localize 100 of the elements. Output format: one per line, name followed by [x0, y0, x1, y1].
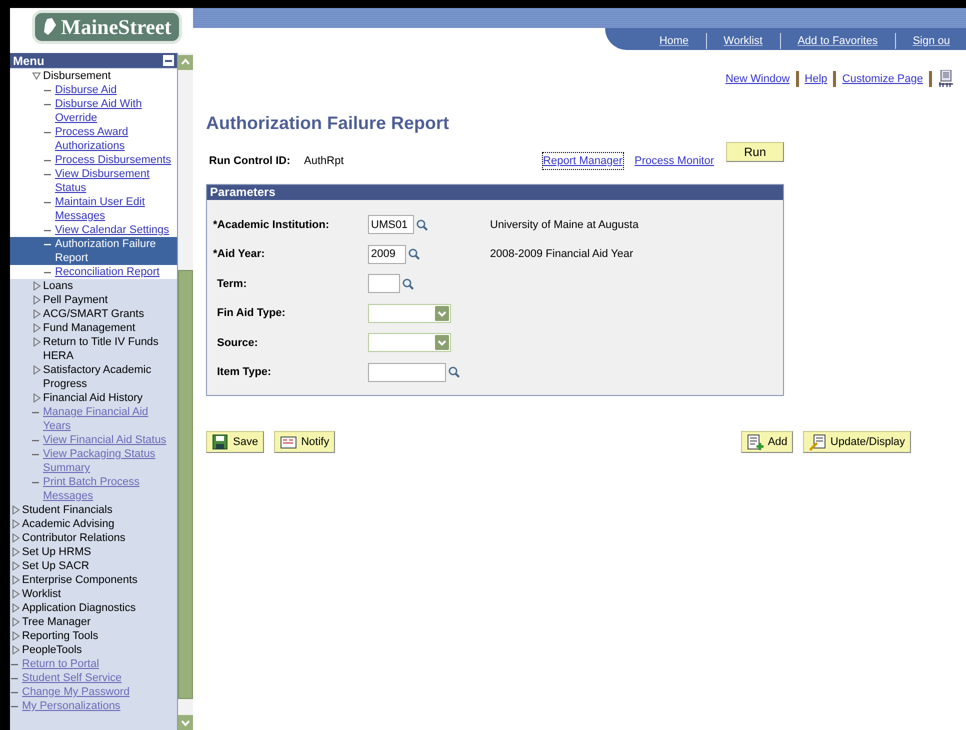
update-display-button[interactable]: Update/Display	[803, 431, 911, 453]
add-document-icon	[746, 434, 764, 450]
menu-folder[interactable]: Worklist	[22, 587, 61, 601]
menu-link[interactable]: My Personalizations	[22, 699, 120, 713]
scroll-down-icon[interactable]	[178, 715, 193, 730]
menu-folder[interactable]: ACG/SMART Grants	[43, 307, 144, 321]
nav-link[interactable]: Add to Favorites	[782, 32, 894, 49]
menu-link[interactable]: Maintain User Edit Messages	[55, 195, 175, 223]
menu-folder[interactable]: Financial Aid History	[43, 391, 143, 405]
field-description: University of Maine at Augusta	[490, 218, 639, 232]
menu-folder[interactable]: Student Financials	[22, 503, 112, 517]
input-field[interactable]: 2009	[368, 244, 406, 264]
menu-link[interactable]: View Financial Aid Status	[43, 433, 166, 447]
menu-folder[interactable]: Set Up HRMS	[22, 545, 92, 559]
field-label: *Aid Year:	[213, 247, 266, 262]
search-icon[interactable]	[448, 366, 460, 378]
add-button[interactable]: Add	[740, 431, 794, 453]
field-label: Term:	[216, 276, 248, 292]
menu-link[interactable]: Student Self Service	[22, 671, 122, 685]
input-field[interactable]	[368, 274, 400, 294]
report-link[interactable]: Report Manager	[543, 152, 623, 170]
menu-folder[interactable]: Academic Advising	[22, 517, 114, 531]
menu-folder[interactable]: Fund Management	[43, 321, 136, 335]
menu-link[interactable]: Print Batch Process Messages	[43, 475, 175, 503]
search-icon[interactable]	[402, 278, 414, 290]
menu-folder[interactable]: PeopleTools	[22, 643, 82, 657]
state-map-icon	[43, 18, 57, 36]
collapsed-triangle-icon[interactable]	[32, 365, 41, 375]
dash-icon	[44, 202, 51, 204]
dash-icon	[11, 664, 18, 666]
save-icon	[212, 434, 229, 450]
scroll-thumb[interactable]	[178, 270, 193, 699]
dash-icon	[44, 174, 51, 176]
menu-folder[interactable]: Disbursement	[43, 69, 111, 83]
nav-link[interactable]: Worklist	[708, 32, 779, 49]
menu-title: Menu	[13, 54, 44, 66]
dash-icon	[44, 132, 51, 134]
note-icon	[280, 434, 298, 450]
menu-link[interactable]: View Packaging Status Summary	[43, 447, 175, 475]
menu-link[interactable]: Reconciliation Report	[55, 265, 160, 279]
logo-text: MaineStreet	[61, 16, 172, 38]
page-title: Authorization Failure Report	[206, 112, 450, 135]
dash-icon	[44, 244, 51, 246]
field-description: 2008-2009 Financial Aid Year	[490, 247, 634, 262]
menu-link[interactable]: Process Award Authorizations	[55, 125, 175, 153]
page-link[interactable]: Help	[804, 70, 828, 88]
dash-icon	[32, 440, 39, 442]
collapse-icon[interactable]	[163, 55, 174, 66]
dropdown-field[interactable]	[368, 333, 451, 352]
expanded-triangle-icon[interactable]	[32, 71, 41, 81]
report-link[interactable]: Process Monitor	[634, 152, 714, 170]
run-control-value: AuthRpt	[304, 154, 345, 169]
menu-folder[interactable]: Satisfactory Academic Progress	[43, 363, 175, 391]
menu-folder[interactable]: Application Diagnostics	[22, 601, 136, 615]
dash-icon	[44, 230, 51, 232]
dash-icon	[11, 678, 18, 680]
dropdown-field[interactable]	[368, 304, 451, 323]
dash-icon	[32, 482, 39, 484]
page-link[interactable]: Customize Page	[842, 70, 923, 88]
run-control-label: Run Control ID:	[208, 154, 292, 169]
menu-link[interactable]: Change My Password	[22, 685, 130, 699]
menu-folder[interactable]: Contributor Relations	[22, 531, 126, 545]
save-button[interactable]: Save	[206, 431, 264, 453]
input-field[interactable]: UMS01	[368, 215, 414, 234]
input-field[interactable]	[368, 362, 446, 382]
menu-link[interactable]: View Disbursement Status	[55, 167, 175, 195]
menu-link[interactable]: Manage Financial Aid Years	[43, 405, 175, 433]
notify-button[interactable]: Notify	[274, 431, 336, 453]
dash-icon	[32, 454, 39, 456]
maine-street-logo[interactable]: MaineStreet	[32, 10, 182, 44]
nav-link[interactable]: Sign ou	[896, 32, 966, 49]
field-label: Source:	[216, 336, 259, 350]
panel-title: Parameters	[207, 185, 783, 200]
menu-link[interactable]: Disburse Aid	[55, 83, 117, 97]
menu-folder[interactable]: Loans	[43, 279, 73, 293]
dash-icon	[32, 412, 39, 414]
dash-icon	[11, 706, 18, 708]
collapsed-triangle-icon[interactable]	[32, 393, 41, 403]
menu-folder[interactable]: Pell Payment	[43, 293, 108, 307]
menu-folder[interactable]: Reporting Tools	[22, 629, 98, 643]
menu-folder[interactable]: Return to Title IV Funds HERA	[43, 335, 175, 363]
run-button[interactable]: Run	[726, 142, 784, 162]
menu-link[interactable]: Return to Portal	[22, 657, 100, 671]
menu-link[interactable]: Process Disbursements	[55, 153, 172, 167]
menu-folder[interactable]: Enterprise Components	[22, 573, 138, 587]
menu-folder[interactable]: Set Up SACR	[22, 559, 90, 573]
menu-link[interactable]: Disburse Aid With Override	[55, 97, 175, 125]
search-icon[interactable]	[416, 218, 428, 231]
menu-folder[interactable]: Tree Manager	[22, 615, 91, 629]
http-link-icon[interactable]	[938, 70, 954, 88]
field-label: Item Type:	[216, 365, 272, 380]
scrollbar[interactable]	[178, 53, 193, 730]
search-icon[interactable]	[408, 248, 420, 260]
document-pencil-icon	[809, 434, 826, 450]
nav-link[interactable]: Home	[643, 32, 705, 49]
dash-icon	[44, 160, 51, 162]
menu-link[interactable]: View Calendar Settings	[55, 223, 170, 237]
page-link[interactable]: New Window	[725, 70, 790, 88]
field-label: Fin Aid Type:	[216, 306, 286, 321]
dash-icon	[11, 692, 18, 694]
